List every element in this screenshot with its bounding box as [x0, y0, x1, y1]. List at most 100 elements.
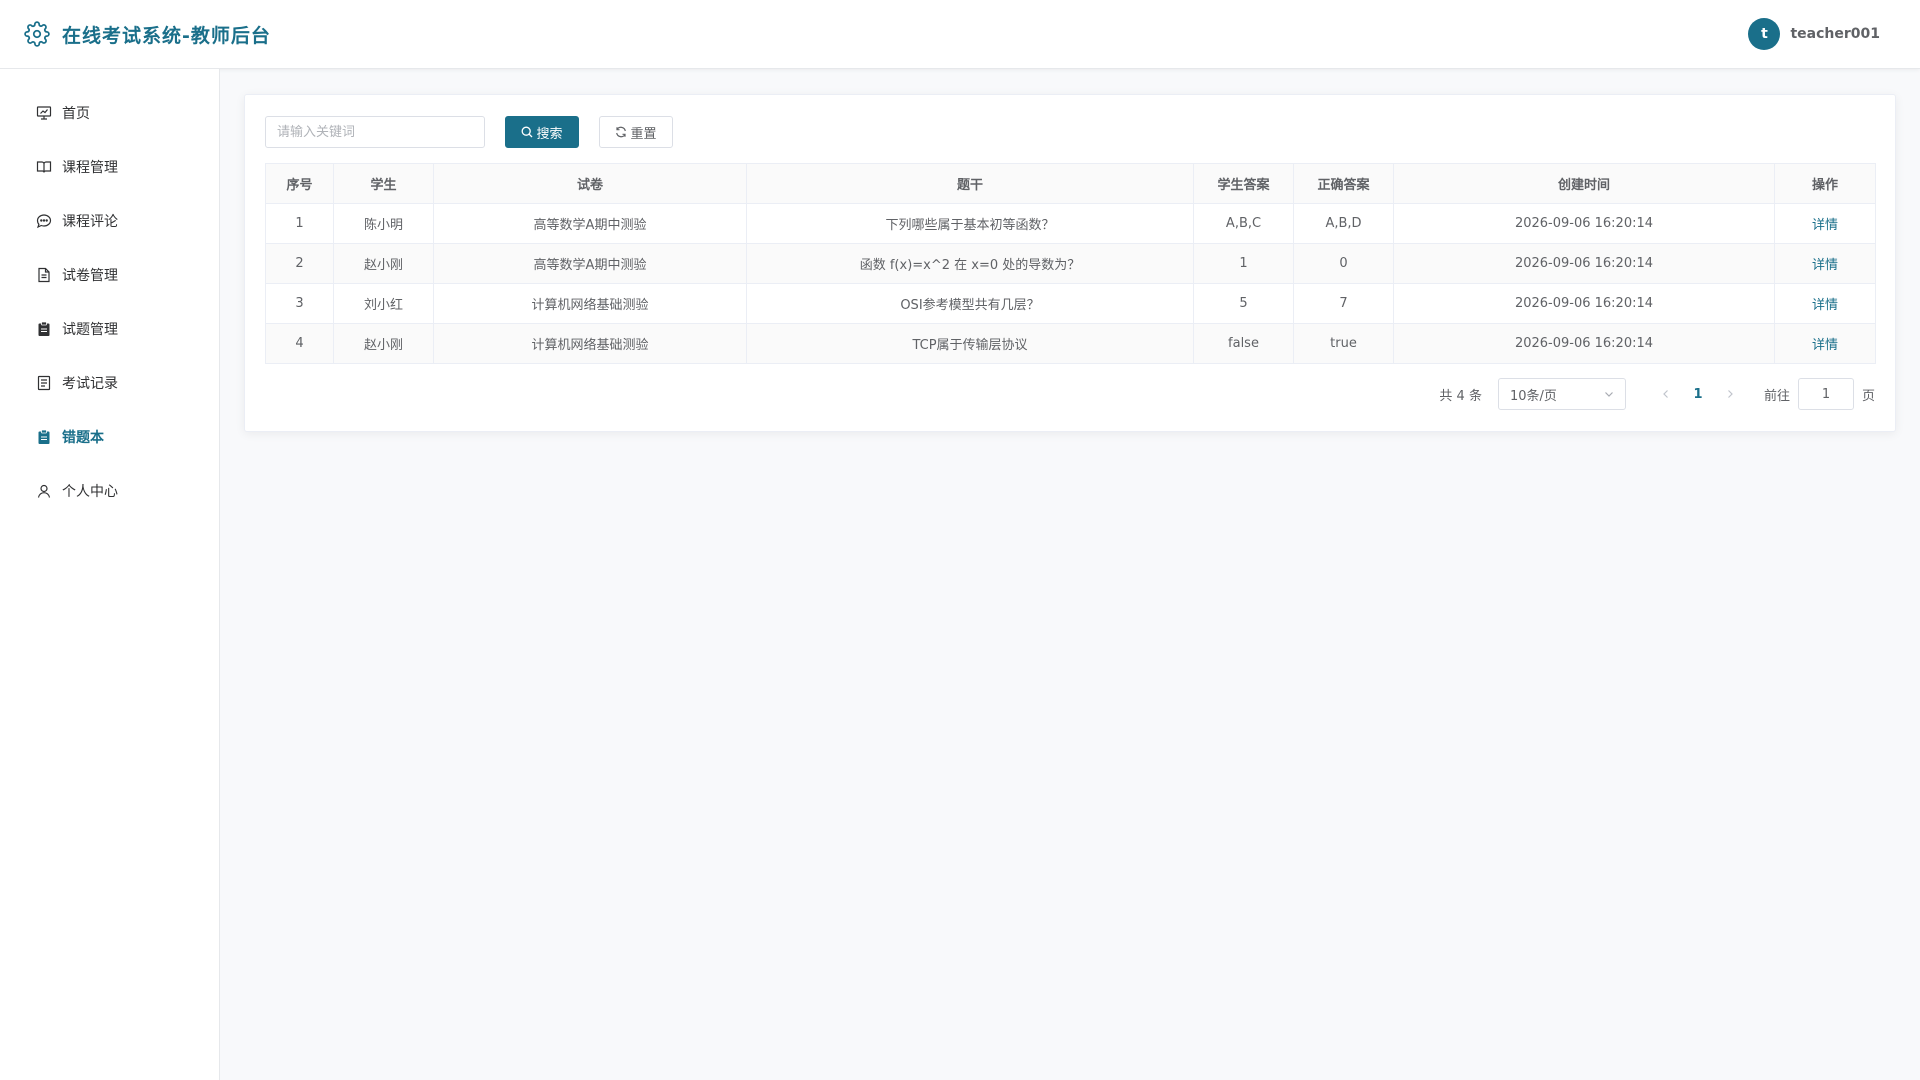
notebook-icon [36, 429, 52, 445]
avatar[interactable]: t [1748, 18, 1781, 50]
cell-created-time: 2026-09-06 16:20:14 [1393, 283, 1775, 324]
sidebar-item-home[interactable]: 首页 [0, 86, 219, 140]
refresh-icon [615, 126, 627, 138]
column-header: 正确答案 [1293, 163, 1394, 204]
cell-student: 赵小刚 [333, 323, 434, 364]
sidebar: 首页 课程管理 课程评论 试卷管理 试题管理 考试记录 错题本 个人中心 [0, 69, 220, 1080]
sidebar-item-papers[interactable]: 试卷管理 [0, 248, 219, 302]
detail-link[interactable]: 详情 [1812, 338, 1838, 353]
column-header: 序号 [265, 163, 334, 204]
gear-icon [24, 21, 50, 47]
table-header-row: 序号 学生 试卷 题干 学生答案 正确答案 创建时间 操作 [265, 163, 1876, 204]
detail-link[interactable]: 详情 [1812, 218, 1838, 233]
document-icon [36, 267, 52, 283]
brand: 在线考试系统-教师后台 [24, 21, 271, 48]
top-header: 在线考试系统-教师后台 t teacher001 [0, 0, 1920, 69]
cell-action: 详情 [1774, 243, 1876, 284]
cell-student: 刘小红 [333, 283, 434, 324]
column-header: 试卷 [433, 163, 747, 204]
search-button-label: 搜索 [536, 126, 563, 142]
search-input[interactable] [265, 116, 485, 148]
sidebar-item-label: 首页 [62, 106, 90, 122]
sidebar-item-questions[interactable]: 试题管理 [0, 302, 219, 356]
table-row: 4 赵小刚 计算机网络基础测验 TCP属于传输层协议 false true 20… [265, 323, 1876, 364]
cell-created-time: 2026-09-06 16:20:14 [1393, 243, 1775, 284]
pagination: 共 4 条 10条/页 1 前往 页 [1439, 378, 1875, 410]
sidebar-item-wrong-questions[interactable]: 错题本 [0, 410, 219, 464]
goto-page-input[interactable] [1797, 378, 1854, 410]
sidebar-item-label: 试题管理 [62, 322, 118, 338]
reset-button-label: 重置 [630, 126, 657, 142]
cell-paper: 计算机网络基础测验 [433, 323, 747, 364]
cell-question: OSI参考模型共有几层？ [746, 283, 1194, 324]
cell-question: TCP属于传输层协议 [746, 323, 1194, 364]
reset-button[interactable]: 重置 [599, 116, 673, 148]
wrong-questions-card: 搜索 重置 序号 学生 试卷 题干 学生答案 正确答案 创建时间 操作 [244, 94, 1896, 432]
detail-link[interactable]: 详情 [1812, 298, 1838, 313]
wrong-questions-table: 序号 学生 试卷 题干 学生答案 正确答案 创建时间 操作 1 陈小明 高等数学… [265, 163, 1876, 364]
sidebar-item-courses[interactable]: 课程管理 [0, 140, 219, 194]
page-jumper: 前往 页 [1764, 378, 1875, 410]
cell-student-answer: 1 [1193, 243, 1294, 284]
table-row: 1 陈小明 高等数学A期中测验 下列哪些属于基本初等函数？ A,B,C A,B,… [265, 203, 1876, 244]
cell-question: 函数 f(x)=x^2 在 x=0 处的导数为？ [746, 243, 1194, 284]
prev-page-button[interactable] [1650, 378, 1682, 410]
cell-paper: 高等数学A期中测验 [433, 243, 747, 284]
cell-correct-answer: 7 [1293, 283, 1394, 324]
table-row: 3 刘小红 计算机网络基础测验 OSI参考模型共有几层？ 5 7 2026-09… [265, 283, 1876, 324]
column-header: 创建时间 [1393, 163, 1775, 204]
search-toolbar: 搜索 重置 [265, 116, 673, 148]
table-row: 2 赵小刚 高等数学A期中测验 函数 f(x)=x^2 在 x=0 处的导数为？… [265, 243, 1876, 284]
record-icon [36, 375, 52, 391]
page-size-value: 10条/页 [1509, 388, 1557, 404]
pagination-total: 共 4 条 [1439, 388, 1482, 404]
chat-icon [36, 213, 52, 229]
cell-action: 详情 [1774, 283, 1876, 324]
sidebar-item-label: 错题本 [62, 430, 104, 446]
cell-paper: 高等数学A期中测验 [433, 203, 747, 244]
sidebar-item-label: 课程评论 [62, 214, 118, 230]
column-header: 题干 [746, 163, 1194, 204]
cell-action: 详情 [1774, 323, 1876, 364]
sidebar-item-exam-records[interactable]: 考试记录 [0, 356, 219, 410]
username[interactable]: teacher001 [1790, 26, 1880, 42]
cell-action: 详情 [1774, 203, 1876, 244]
search-button[interactable]: 搜索 [505, 116, 579, 148]
cell-student-answer: A,B,C [1193, 203, 1294, 244]
chevron-left-icon [1661, 389, 1671, 399]
search-icon [521, 126, 533, 138]
cell-index: 1 [265, 203, 334, 244]
column-header: 操作 [1774, 163, 1876, 204]
user-menu[interactable]: t teacher001 [1748, 18, 1880, 50]
sidebar-item-comments[interactable]: 课程评论 [0, 194, 219, 248]
cell-created-time: 2026-09-06 16:20:14 [1393, 203, 1775, 244]
sidebar-item-label: 课程管理 [62, 160, 118, 176]
cell-student-answer: 5 [1193, 283, 1294, 324]
book-icon [36, 159, 52, 175]
cell-correct-answer: true [1293, 323, 1394, 364]
cell-student: 赵小刚 [333, 243, 434, 284]
cell-question: 下列哪些属于基本初等函数？ [746, 203, 1194, 244]
cell-correct-answer: 0 [1293, 243, 1394, 284]
chevron-down-icon [1603, 388, 1615, 400]
cell-student: 陈小明 [333, 203, 434, 244]
cell-index: 4 [265, 323, 334, 364]
sidebar-item-profile[interactable]: 个人中心 [0, 464, 219, 518]
detail-link[interactable]: 详情 [1812, 258, 1838, 273]
goto-label: 前往 [1763, 388, 1790, 404]
presentation-icon [36, 105, 52, 121]
cell-paper: 计算机网络基础测验 [433, 283, 747, 324]
sidebar-item-label: 考试记录 [62, 376, 118, 392]
cell-index: 3 [265, 283, 334, 324]
sidebar-item-label: 个人中心 [62, 484, 118, 500]
page-number-current[interactable]: 1 [1682, 378, 1714, 410]
app-title: 在线考试系统-教师后台 [62, 24, 271, 47]
sidebar-item-label: 试卷管理 [62, 268, 118, 284]
page-suffix: 页 [1861, 388, 1875, 404]
clipboard-icon [36, 321, 52, 337]
cell-correct-answer: A,B,D [1293, 203, 1394, 244]
page-size-select[interactable]: 10条/页 [1497, 378, 1626, 410]
column-header: 学生答案 [1193, 163, 1294, 204]
next-page-button[interactable] [1714, 378, 1746, 410]
cell-index: 2 [265, 243, 334, 284]
